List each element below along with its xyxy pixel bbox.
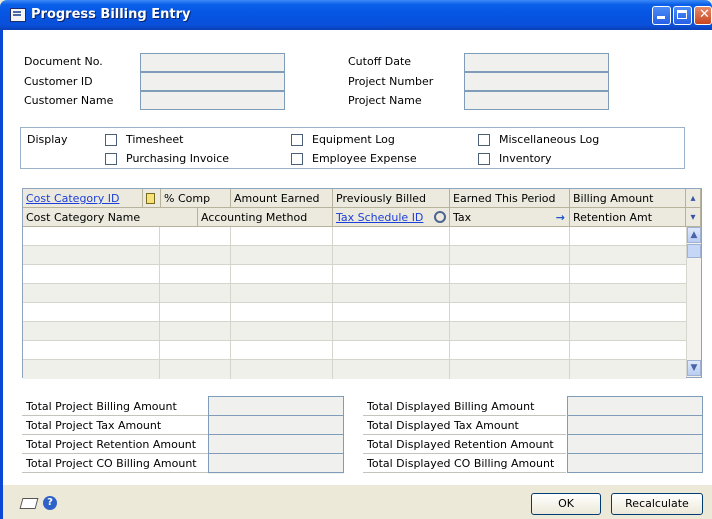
expand-icon[interactable]: ▾	[686, 208, 701, 227]
scroll-thumb[interactable]	[687, 244, 701, 258]
col-amount-earned[interactable]: Amount Earned	[231, 189, 333, 208]
help-icon[interactable]: ?	[43, 496, 57, 510]
project-name-label: Project Name	[348, 94, 422, 107]
timesheet-label: Timesheet	[126, 133, 184, 146]
total-project-tax-label: Total Project Tax Amount	[22, 416, 208, 435]
document-no-field[interactable]	[140, 53, 285, 72]
scroll-up-button[interactable]: ▲	[687, 227, 701, 243]
cost-category-grid: Cost Category ID % Comp Amount Earned Pr…	[22, 188, 702, 379]
total-displayed-co-billing-label: Total Displayed CO Billing Amount	[363, 454, 566, 473]
table-row[interactable]	[23, 341, 686, 360]
lookup-icon[interactable]	[434, 211, 446, 223]
document-no-label: Document No.	[24, 55, 103, 68]
minimize-button[interactable]	[652, 6, 671, 25]
total-displayed-billing-label: Total Displayed Billing Amount	[363, 397, 566, 416]
customer-name-label: Customer Name	[24, 94, 114, 107]
project-number-label: Project Number	[348, 75, 434, 88]
window-title: Progress Billing Entry	[31, 7, 191, 22]
total-project-billing-label: Total Project Billing Amount	[22, 397, 208, 416]
col-previously-billed[interactable]: Previously Billed	[333, 189, 450, 208]
ok-button[interactable]: OK	[531, 493, 601, 515]
total-displayed-retention-label: Total Displayed Retention Amount	[363, 435, 566, 454]
dialog-body: Document No. Customer ID Customer Name C…	[0, 30, 712, 519]
total-project-co-billing-label: Total Project CO Billing Amount	[22, 454, 208, 473]
collapse-icon[interactable]: ▴	[686, 189, 701, 208]
equipment-log-label: Equipment Log	[312, 133, 395, 146]
title-bar: Progress Billing Entry ✕	[0, 0, 712, 30]
table-row[interactable]	[23, 303, 686, 322]
grid-scrollbar[interactable]: ▲ ▼	[686, 227, 701, 377]
employee-expense-checkbox[interactable]	[291, 153, 303, 165]
inventory-checkbox[interactable]	[478, 153, 490, 165]
total-displayed-tax-label: Total Displayed Tax Amount	[363, 416, 566, 435]
table-row[interactable]	[23, 246, 686, 265]
window-icon	[10, 8, 26, 22]
table-row[interactable]	[23, 265, 686, 284]
table-row[interactable]	[23, 284, 686, 303]
col-cost-category-name[interactable]: Cost Category Name	[23, 208, 198, 227]
table-row[interactable]	[23, 360, 686, 379]
cutoff-date-field[interactable]	[464, 53, 609, 72]
col-tax-schedule-id[interactable]: Tax Schedule ID	[333, 208, 450, 227]
inventory-label: Inventory	[499, 152, 552, 165]
customer-name-field[interactable]	[140, 91, 285, 110]
maximize-button[interactable]	[673, 6, 692, 25]
table-row[interactable]	[23, 227, 686, 246]
miscellaneous-log-checkbox[interactable]	[478, 134, 490, 146]
employee-expense-label: Employee Expense	[312, 152, 417, 165]
col-billing-amount[interactable]: Billing Amount	[570, 189, 686, 208]
col-tax[interactable]: Tax →	[450, 208, 570, 227]
note-icon[interactable]	[143, 189, 161, 208]
table-row[interactable]	[23, 322, 686, 341]
scroll-down-button[interactable]: ▼	[687, 360, 701, 376]
col-accounting-method[interactable]: Accounting Method	[198, 208, 333, 227]
col-retention-amt[interactable]: Retention Amt	[570, 208, 686, 227]
customer-id-field[interactable]	[140, 72, 285, 91]
col-cost-category-id[interactable]: Cost Category ID	[23, 189, 143, 208]
miscellaneous-log-label: Miscellaneous Log	[499, 133, 600, 146]
timesheet-checkbox[interactable]	[105, 134, 117, 146]
purchasing-invoice-label: Purchasing Invoice	[126, 152, 230, 165]
customer-id-label: Customer ID	[24, 75, 93, 88]
close-button[interactable]: ✕	[694, 6, 712, 25]
recalculate-button[interactable]: Recalculate	[611, 493, 703, 515]
col-percent-complete[interactable]: % Comp	[161, 189, 231, 208]
cutoff-date-label: Cutoff Date	[348, 55, 412, 68]
purchasing-invoice-checkbox[interactable]	[105, 153, 117, 165]
arrow-right-icon[interactable]: →	[556, 208, 565, 226]
equipment-log-checkbox[interactable]	[291, 134, 303, 146]
total-project-retention-label: Total Project Retention Amount	[22, 435, 208, 454]
col-earned-this-period[interactable]: Earned This Period	[450, 189, 570, 208]
bottom-bar	[3, 485, 712, 519]
notes-icon[interactable]	[19, 498, 39, 509]
project-number-field[interactable]	[464, 72, 609, 91]
project-name-field[interactable]	[464, 91, 609, 110]
display-label: Display	[27, 133, 68, 146]
